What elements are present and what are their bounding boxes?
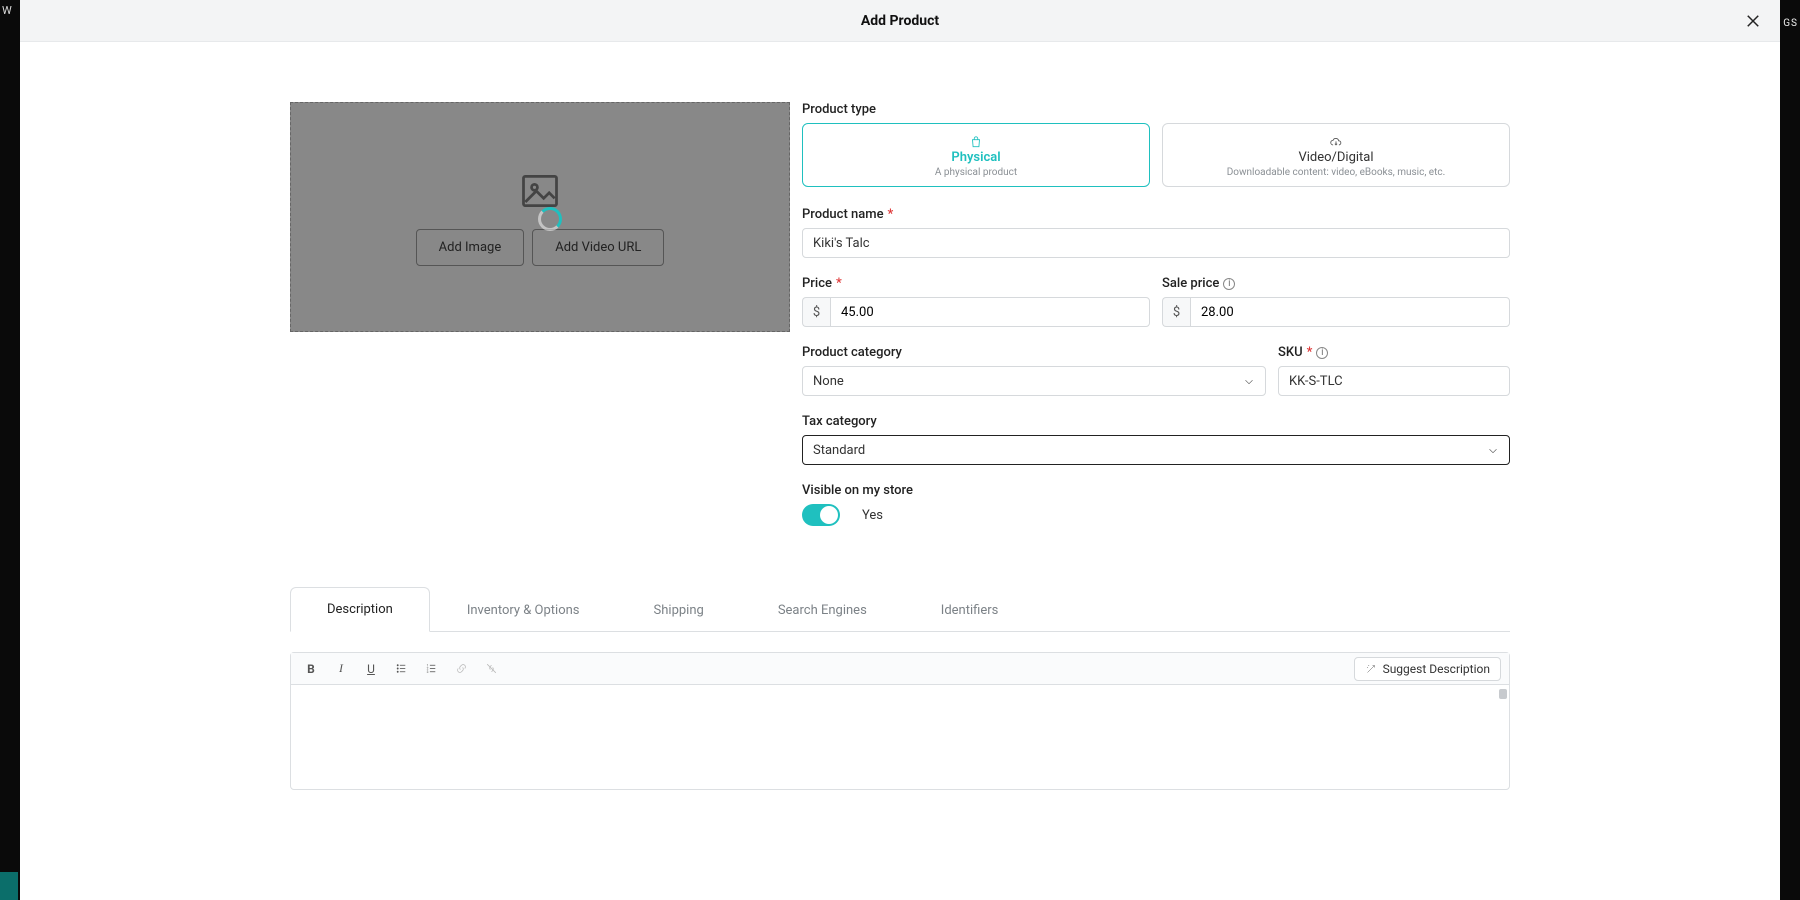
- chevron-down-icon: [1242, 374, 1256, 393]
- tab-description[interactable]: Description: [290, 587, 430, 632]
- image-placeholder-icon: [518, 169, 562, 217]
- description-textarea[interactable]: [291, 685, 1509, 785]
- tab-inventory[interactable]: Inventory & Options: [430, 587, 617, 632]
- description-editor: B I U 123: [290, 652, 1510, 790]
- modal-body: Add Image Add Video URL Product type: [20, 42, 1780, 900]
- backdrop-right: GS: [1780, 0, 1800, 900]
- price-label: Price*: [802, 276, 1150, 291]
- category-select[interactable]: [802, 366, 1266, 396]
- bold-button[interactable]: B: [299, 657, 323, 681]
- price-input[interactable]: [830, 297, 1150, 327]
- sku-label: SKU* i: [1278, 345, 1510, 360]
- tax-category-select[interactable]: [802, 435, 1510, 465]
- add-video-url-button[interactable]: Add Video URL: [532, 229, 664, 266]
- suggest-description-button[interactable]: Suggest Description: [1354, 657, 1501, 681]
- product-tabs: Description Inventory & Options Shipping…: [290, 586, 1510, 632]
- scrollbar-thumb[interactable]: [1499, 689, 1507, 699]
- info-icon[interactable]: i: [1223, 278, 1235, 290]
- chevron-down-icon: [1486, 443, 1500, 462]
- product-name-label: Product name*: [802, 207, 1510, 222]
- type-subtitle: Downloadable content: video, eBooks, mus…: [1173, 167, 1499, 178]
- visible-state: Yes: [862, 508, 883, 523]
- product-type-physical[interactable]: Physical A physical product: [802, 123, 1150, 187]
- bag-icon: [813, 134, 1139, 148]
- loading-spinner-icon: [538, 207, 562, 231]
- italic-button[interactable]: I: [329, 657, 353, 681]
- tab-search-engines[interactable]: Search Engines: [741, 587, 904, 632]
- close-button[interactable]: [1740, 8, 1766, 34]
- numbered-list-button[interactable]: 123: [419, 657, 443, 681]
- type-title: Physical: [813, 150, 1139, 165]
- cloud-download-icon: [1173, 134, 1499, 148]
- visible-toggle[interactable]: [802, 504, 840, 526]
- backdrop-char: W: [2, 4, 12, 17]
- currency-symbol: $: [1162, 297, 1190, 327]
- unlink-button[interactable]: [479, 657, 503, 681]
- backdrop-accent: [0, 872, 18, 900]
- sku-input[interactable]: [1278, 366, 1510, 396]
- type-subtitle: A physical product: [813, 167, 1139, 178]
- media-upload-area[interactable]: Add Image Add Video URL: [290, 102, 790, 332]
- svg-text:3: 3: [426, 670, 428, 674]
- modal-header: Add Product: [20, 0, 1780, 42]
- sale-price-input[interactable]: [1190, 297, 1510, 327]
- product-type-digital[interactable]: Video/Digital Downloadable content: vide…: [1162, 123, 1510, 187]
- link-button[interactable]: [449, 657, 473, 681]
- add-product-modal: Add Product: [20, 0, 1780, 900]
- editor-toolbar: B I U 123: [291, 653, 1509, 685]
- add-image-button[interactable]: Add Image: [416, 229, 525, 266]
- product-name-input[interactable]: [802, 228, 1510, 258]
- tax-category-label: Tax category: [802, 414, 1510, 429]
- currency-symbol: $: [802, 297, 830, 327]
- category-label: Product category: [802, 345, 1266, 360]
- close-icon: [1744, 12, 1762, 30]
- bullet-list-button[interactable]: [389, 657, 413, 681]
- info-icon[interactable]: i: [1316, 347, 1328, 359]
- sale-price-label: Sale price i: [1162, 276, 1510, 291]
- tab-identifiers[interactable]: Identifiers: [904, 587, 1036, 632]
- toggle-knob: [820, 506, 838, 524]
- modal-title: Add Product: [861, 13, 939, 29]
- type-title: Video/Digital: [1173, 150, 1499, 165]
- product-type-label: Product type: [802, 102, 1510, 117]
- visible-label: Visible on my store: [802, 483, 1510, 498]
- underline-button[interactable]: U: [359, 657, 383, 681]
- tab-shipping[interactable]: Shipping: [617, 587, 741, 632]
- wand-icon: [1365, 663, 1377, 675]
